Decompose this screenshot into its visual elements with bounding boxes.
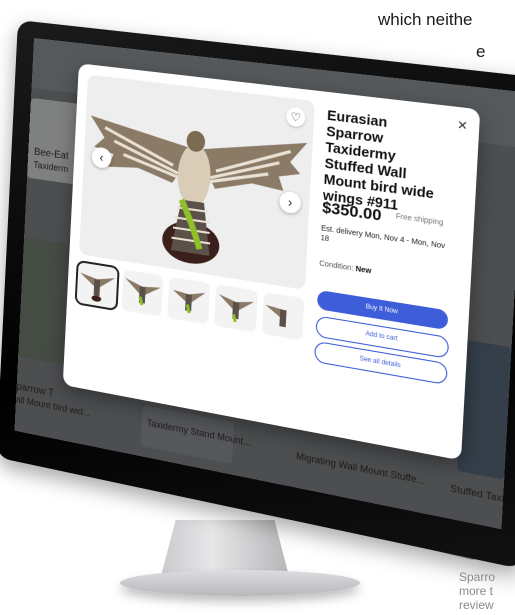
thumbnail[interactable] xyxy=(214,284,258,333)
thumbnail-image xyxy=(77,262,118,309)
main-product-image[interactable]: ‹ › ♡ xyxy=(79,74,315,289)
thumbnail-image xyxy=(214,284,258,333)
thumbnail[interactable] xyxy=(262,292,305,341)
thumbnail[interactable] xyxy=(167,277,210,325)
thumbnail-image xyxy=(167,277,210,325)
thumbnail[interactable] xyxy=(77,262,118,309)
condition-value: New xyxy=(355,266,371,276)
caption-line: review xyxy=(459,598,494,612)
condition-label: Condition: xyxy=(319,260,354,273)
sparrowhawk-image xyxy=(79,74,315,289)
close-icon[interactable]: ✕ xyxy=(457,118,468,134)
thumbnail-image xyxy=(122,269,164,316)
monitor-stand-base xyxy=(120,570,360,596)
thumbnail-image xyxy=(262,292,305,341)
condition-row: Condition: New xyxy=(319,260,372,275)
caption-line: Sparro xyxy=(459,570,495,584)
delivery-estimate: Est. delivery Mon, Nov 4 - Mon, Nov 18 xyxy=(320,224,454,263)
monitor: Bee-Eat Taxiderm parrow T all Mount bird… xyxy=(0,0,515,615)
caption-line: more t xyxy=(459,584,493,598)
thumbnail[interactable] xyxy=(122,269,164,316)
